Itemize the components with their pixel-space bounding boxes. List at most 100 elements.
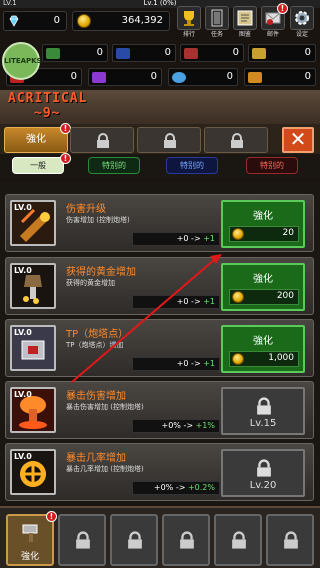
main-tabs: 強化 ! ✕ xyxy=(0,123,320,154)
list-item: LV.0 TP（炮塔点） TP（炮塔点）增加 +0 -> +1 強化 1,000 xyxy=(5,319,314,377)
damage-upgrade-thumb: LV.0 xyxy=(10,200,56,246)
item-progress: +0 -> +1 xyxy=(132,357,220,371)
bottom-tab-enhance-label: 強化 xyxy=(20,552,39,562)
gear-icon xyxy=(295,11,309,25)
resource-orange-value: 0 xyxy=(304,71,311,82)
list-item: LV.0 伤害升级 伤害增加 (控制炮塔) +0 -> +1 強化 20 xyxy=(5,194,314,252)
critical-text: ACRITICAL ~9~ xyxy=(8,91,87,121)
sub-tabs: 一般 ! 特别的 特别的 特别的 xyxy=(0,153,320,178)
ranking-button[interactable]: 排行 xyxy=(176,6,202,40)
resource-green-value: 0 xyxy=(96,47,103,58)
quest-label: 任务 xyxy=(210,31,223,38)
item-level: LV.0 xyxy=(14,390,32,399)
lock-icon xyxy=(257,459,271,477)
liteapks-watermark-logo: LITEAPKS xyxy=(2,42,42,80)
tab-locked-1[interactable] xyxy=(70,127,134,153)
resource-blue-orb-value: 0 xyxy=(226,71,233,82)
subtab-special-blue[interactable]: 特别的 xyxy=(166,157,218,174)
bottom-bar: 強化 ! xyxy=(0,506,320,568)
quest-button[interactable]: 任务 xyxy=(204,6,230,40)
close-button[interactable]: ✕ xyxy=(282,127,314,153)
green-block-icon xyxy=(46,48,60,59)
item-from: +0 xyxy=(176,359,189,368)
hammer-icon xyxy=(22,524,38,542)
bottom-tab-locked-3[interactable] xyxy=(162,514,210,566)
gold-block-icon xyxy=(252,48,266,59)
item-level: LV.0 xyxy=(14,203,32,212)
gem-icon xyxy=(9,15,19,27)
resource-gold: 0 xyxy=(248,44,316,62)
lock-icon xyxy=(97,133,109,148)
list-item: LV.0 获得的黄金增加 获得的黄金增加 +0 -> +1 強化 200 xyxy=(5,257,314,315)
lock-icon xyxy=(180,531,194,549)
item-level: LV.0 xyxy=(14,452,32,461)
codex-button[interactable]: 图鉴 xyxy=(232,6,258,40)
bottom-tab-locked-5[interactable] xyxy=(266,514,314,566)
locked-upgrade-button[interactable]: Lv.15 xyxy=(221,387,305,435)
item-progress: +0% -> +1% xyxy=(132,419,220,433)
resource-green: 0 xyxy=(42,44,108,62)
lock-icon xyxy=(128,531,142,549)
item-name: 伤害升级 xyxy=(66,204,106,215)
item-desc: TP（炮塔点）增加 xyxy=(66,341,124,349)
price-value: 200 xyxy=(276,291,294,301)
resource-red-gem-value: 0 xyxy=(70,71,77,82)
bottom-tab-locked-4[interactable] xyxy=(214,514,262,566)
settings-label: 设定 xyxy=(295,31,308,38)
item-from: +0% xyxy=(161,421,181,430)
gem-counter: 0 xyxy=(3,11,67,31)
gold-value: 364,392 xyxy=(121,15,163,26)
enhance-button-label: 強化 xyxy=(253,336,273,347)
mail-alert-badge: ! xyxy=(277,3,288,14)
mail-button[interactable]: ! 邮件 xyxy=(260,3,288,40)
resource-blue: 0 xyxy=(112,44,176,62)
enhance-button[interactable]: 強化 1,000 xyxy=(221,325,305,373)
item-desc: 暴击伤害增加 (控制炮塔) xyxy=(66,403,144,411)
orange-item-icon xyxy=(248,72,262,83)
resource-purple-gem-value: 0 xyxy=(150,71,157,82)
lock-icon xyxy=(231,133,243,148)
blue-orb-icon xyxy=(172,72,186,83)
resource-orange: 0 xyxy=(244,68,316,86)
item-name: TP（炮塔点） xyxy=(66,329,129,340)
price-box: 200 xyxy=(229,289,299,305)
ranking-label: 排行 xyxy=(182,31,195,38)
item-to: +1 xyxy=(203,359,215,368)
gold-upgrade-thumb: LV.0 xyxy=(10,263,56,309)
resource-red: 0 xyxy=(180,44,244,62)
item-from: +0 xyxy=(176,234,189,243)
item-to: +0.2% xyxy=(187,483,215,492)
resource-blue-value: 0 xyxy=(164,47,171,58)
list-item: LV.0 暴击伤害增加 暴击伤害增加 (控制炮塔) +0% -> +1% Lv.… xyxy=(5,381,314,439)
list-item: LV.0 暴击几率增加 暴击几率增加 (控制炮塔) +0% -> +0.2% L… xyxy=(5,443,314,501)
lock-icon xyxy=(232,531,246,549)
tab-enhance[interactable]: 強化 ! xyxy=(4,123,71,153)
subtab-general[interactable]: 一般 xyxy=(12,157,64,174)
upgrade-list: LV.0 伤害升级 伤害增加 (控制炮塔) +0 -> +1 強化 20 LV.… xyxy=(0,182,320,504)
resource-red-value: 0 xyxy=(232,47,239,58)
subtab-special-green[interactable]: 特别的 xyxy=(88,157,140,174)
lock-icon xyxy=(284,531,298,549)
unlock-level-label: Lv.15 xyxy=(249,418,277,429)
tab-locked-2[interactable] xyxy=(137,127,201,153)
enhance-button[interactable]: 強化 20 xyxy=(221,200,305,248)
crit-damage-thumb: LV.0 xyxy=(10,387,56,433)
lock-icon xyxy=(257,397,271,415)
bottom-tab-locked-2[interactable] xyxy=(110,514,158,566)
subtab-special-red[interactable]: 特别的 xyxy=(246,157,298,174)
bottom-tab-enhance[interactable]: 強化 ! xyxy=(6,511,57,566)
purple-gem-icon xyxy=(92,72,106,83)
tab-enhance-label: 強化 xyxy=(26,134,46,145)
trophy-icon xyxy=(184,11,194,26)
item-from: +0% xyxy=(153,483,174,492)
critical-label: ACRITICAL xyxy=(8,91,88,106)
crit-rate-thumb: LV.0 xyxy=(10,449,56,495)
enhance-button[interactable]: 強化 200 xyxy=(221,263,305,311)
settings-button[interactable]: 设定 xyxy=(289,6,315,40)
bottom-tab-locked-1[interactable] xyxy=(58,514,106,566)
enhance-button-label: 強化 xyxy=(253,211,273,222)
coin-icon xyxy=(232,291,244,303)
tab-locked-3[interactable] xyxy=(204,127,268,153)
enhance-button-label: 強化 xyxy=(253,274,273,285)
locked-upgrade-button[interactable]: Lv.20 xyxy=(221,449,305,497)
